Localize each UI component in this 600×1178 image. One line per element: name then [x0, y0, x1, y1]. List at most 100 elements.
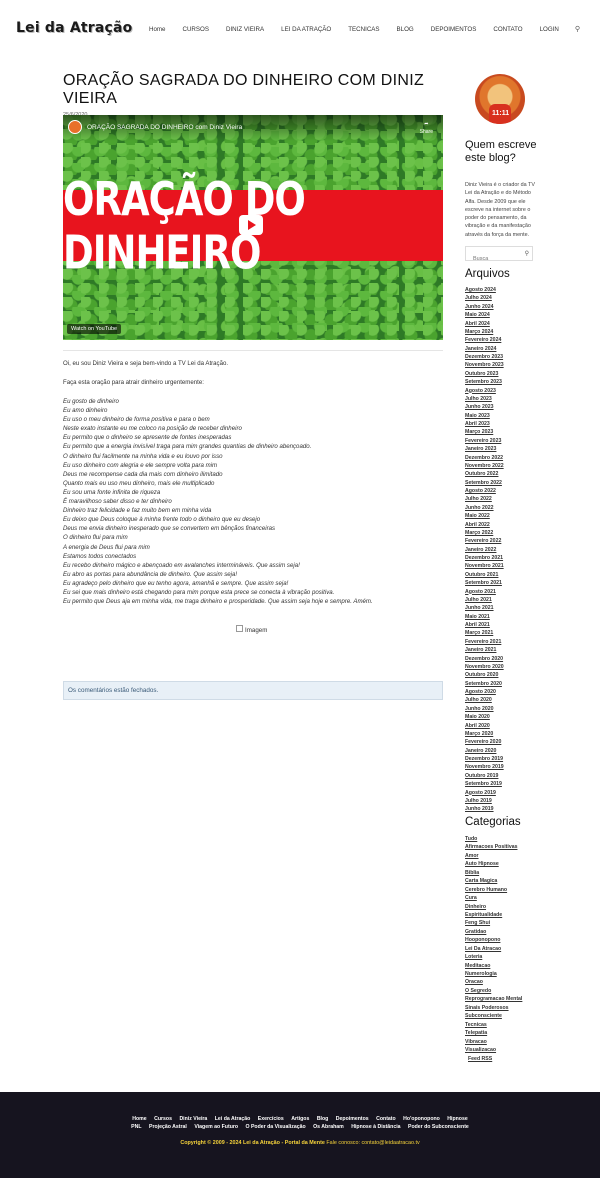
archive-link[interactable]: Janeiro 2022: [465, 546, 535, 554]
archive-link[interactable]: Julho 2021: [465, 596, 535, 604]
footer-link[interactable]: Cursos: [154, 1116, 172, 1122]
search-icon[interactable]: ⚲: [525, 250, 529, 257]
category-link[interactable]: Tudo: [465, 835, 535, 843]
archive-link[interactable]: Fevereiro 2023: [465, 437, 535, 445]
archive-link[interactable]: Janeiro 2020: [465, 747, 535, 755]
archive-link[interactable]: Outubro 2022: [465, 470, 535, 478]
category-link[interactable]: Numerologia: [465, 970, 535, 978]
archive-link[interactable]: Julho 2020: [465, 696, 535, 704]
category-link[interactable]: Lei Da Atracao: [465, 945, 535, 953]
archive-link[interactable]: Novembro 2022: [465, 462, 535, 470]
category-link[interactable]: Cerebro Humano: [465, 886, 535, 894]
footer-link[interactable]: Depoimentos: [336, 1116, 369, 1122]
footer-link[interactable]: Projeção Astral: [149, 1124, 187, 1130]
archive-link[interactable]: Abril 2022: [465, 521, 535, 529]
category-link[interactable]: Afirmacoes Positivas: [465, 843, 535, 851]
archive-link[interactable]: Junho 2024: [465, 303, 535, 311]
category-link[interactable]: Tecnicas: [465, 1021, 535, 1029]
category-link[interactable]: Espiritualidade: [465, 911, 535, 919]
archive-link[interactable]: Abril 2020: [465, 722, 535, 730]
footer-link[interactable]: Diniz Vieira: [179, 1116, 207, 1122]
youtube-embed[interactable]: ORAÇÃO SAGRADA DO DINHEIRO com Diniz Vie…: [63, 115, 443, 340]
archive-link[interactable]: Junho 2023: [465, 403, 535, 411]
archive-link[interactable]: Agosto 2020: [465, 688, 535, 696]
archive-link[interactable]: Fevereiro 2020: [465, 738, 535, 746]
archive-link[interactable]: Março 2020: [465, 730, 535, 738]
nav-login[interactable]: LOGIN: [540, 26, 559, 33]
nav-blog[interactable]: BLOG: [397, 26, 414, 33]
channel-avatar[interactable]: [68, 120, 82, 134]
archive-link[interactable]: Agosto 2021: [465, 588, 535, 596]
feed-rss-link[interactable]: Feed RSS: [468, 1056, 492, 1062]
archive-link[interactable]: Maio 2022: [465, 512, 535, 520]
archive-link[interactable]: Abril 2021: [465, 621, 535, 629]
category-link[interactable]: Sinais Poderosos: [465, 1004, 535, 1012]
nav-depoimentos[interactable]: DEPOIMENTOS: [431, 26, 477, 33]
archive-link[interactable]: Outubro 2021: [465, 571, 535, 579]
footer-link[interactable]: Viagem ao Futuro: [194, 1124, 238, 1130]
footer-link[interactable]: Poder do Subconsciente: [408, 1124, 469, 1130]
site-logo[interactable]: Lei da Atração: [16, 20, 132, 36]
category-link[interactable]: Meditacao: [465, 962, 535, 970]
footer-link[interactable]: Home: [132, 1116, 146, 1122]
archive-link[interactable]: Junho 2022: [465, 504, 535, 512]
category-link[interactable]: Loteria: [465, 953, 535, 961]
category-link[interactable]: Amor: [465, 852, 535, 860]
archive-link[interactable]: Agosto 2022: [465, 487, 535, 495]
archive-link[interactable]: Agosto 2019: [465, 789, 535, 797]
archive-link[interactable]: Maio 2020: [465, 713, 535, 721]
archive-link[interactable]: Março 2021: [465, 629, 535, 637]
archive-link[interactable]: Abril 2023: [465, 420, 535, 428]
footer-link[interactable]: Exercícios: [258, 1116, 284, 1122]
category-link[interactable]: Dinheiro: [465, 903, 535, 911]
contact-email-link[interactable]: contato@leidaatracao.tv: [361, 1140, 419, 1146]
footer-link[interactable]: Hipnose: [447, 1116, 467, 1122]
archive-link[interactable]: Fevereiro 2022: [465, 537, 535, 545]
video-title[interactable]: ORAÇÃO SAGRADA DO DINHEIRO com Diniz Vie…: [87, 124, 242, 131]
archive-link[interactable]: Agosto 2023: [465, 387, 535, 395]
archive-link[interactable]: Janeiro 2024: [465, 345, 535, 353]
play-button-icon[interactable]: [239, 215, 263, 235]
archive-link[interactable]: Janeiro 2021: [465, 646, 535, 654]
archive-link[interactable]: Março 2022: [465, 529, 535, 537]
nav-cursos[interactable]: CURSOS: [183, 26, 209, 33]
category-link[interactable]: Auto Hipnose: [465, 860, 535, 868]
archive-link[interactable]: Outubro 2019: [465, 772, 535, 780]
archive-link[interactable]: Outubro 2020: [465, 671, 535, 679]
category-link[interactable]: Biblia: [465, 869, 535, 877]
search-input[interactable]: [466, 252, 518, 266]
archive-link[interactable]: Junho 2019: [465, 805, 535, 813]
archive-link[interactable]: Junho 2021: [465, 604, 535, 612]
archive-link[interactable]: Novembro 2021: [465, 562, 535, 570]
category-link[interactable]: Gratidao: [465, 928, 535, 936]
archive-link[interactable]: Março 2024: [465, 328, 535, 336]
nav-home[interactable]: Home: [149, 26, 166, 33]
archive-link[interactable]: Fevereiro 2024: [465, 336, 535, 344]
archive-link[interactable]: Julho 2019: [465, 797, 535, 805]
category-link[interactable]: Hooponopono: [465, 936, 535, 944]
archive-link[interactable]: Novembro 2020: [465, 663, 535, 671]
category-link[interactable]: Subconsciente: [465, 1012, 535, 1020]
footer-link[interactable]: Os Abraham: [313, 1124, 344, 1130]
archive-link[interactable]: Novembro 2019: [465, 763, 535, 771]
category-link[interactable]: Vibracao: [465, 1038, 535, 1046]
footer-link[interactable]: Blog: [317, 1116, 329, 1122]
archive-link[interactable]: Julho 2023: [465, 395, 535, 403]
archive-link[interactable]: Setembro 2020: [465, 680, 535, 688]
archive-link[interactable]: Dezembro 2023: [465, 353, 535, 361]
footer-link[interactable]: Hipnose à Distância: [351, 1124, 400, 1130]
archive-link[interactable]: Dezembro 2019: [465, 755, 535, 763]
footer-link[interactable]: O Poder da Visualização: [246, 1124, 306, 1130]
archive-link[interactable]: Maio 2021: [465, 613, 535, 621]
category-link[interactable]: Reprogramacao Mental: [465, 995, 535, 1003]
archive-link[interactable]: Julho 2022: [465, 495, 535, 503]
archive-link[interactable]: Setembro 2021: [465, 579, 535, 587]
search-icon[interactable]: ⚲: [575, 25, 580, 33]
nav-tecnicas[interactable]: TECNICAS: [348, 26, 379, 33]
archive-link[interactable]: Dezembro 2021: [465, 554, 535, 562]
archive-link[interactable]: Maio 2023: [465, 412, 535, 420]
archive-link[interactable]: Fevereiro 2021: [465, 638, 535, 646]
footer-link[interactable]: Contato: [376, 1116, 396, 1122]
archive-link[interactable]: Junho 2020: [465, 705, 535, 713]
category-link[interactable]: Telepatia: [465, 1029, 535, 1037]
